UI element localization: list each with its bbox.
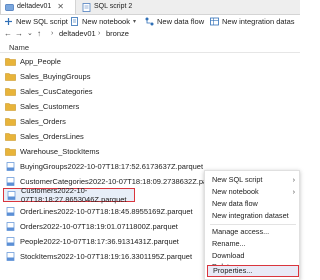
- chevron-down-icon: ▾: [132, 18, 136, 25]
- breadcrumb-item-deltadev01[interactable]: deltadev01: [59, 28, 96, 40]
- folder-icon: [5, 102, 16, 111]
- menu-item-label: Manage access...: [212, 227, 270, 236]
- menu-item-new-data-flow[interactable]: New data flow: [205, 198, 301, 210]
- item-name: Sales_Customers: [20, 101, 80, 111]
- menu-item-label: New notebook: [212, 187, 259, 196]
- close-icon[interactable]: ✕: [57, 0, 64, 14]
- folder-icon: [5, 117, 16, 126]
- menu-item-new-notebook[interactable]: New notebook ›: [205, 186, 301, 198]
- back-arrow-icon[interactable]: ←: [4, 28, 12, 40]
- menu-item-label: Download: [212, 251, 245, 260]
- new-integration-dataset-label: New integration datas: [222, 16, 295, 26]
- notebook-icon: [70, 16, 79, 26]
- context-menu: New SQL script › New notebook › New data…: [204, 170, 300, 280]
- chevron-right-icon: ›: [292, 175, 295, 184]
- file-icon: [5, 236, 16, 246]
- folder-icon: [5, 72, 16, 81]
- breadcrumb-separator-icon: ›: [51, 30, 54, 37]
- tab-label: deltadev01: [17, 3, 52, 10]
- new-sql-script-button[interactable]: New SQL script ▾: [4, 15, 74, 27]
- file-icon: [6, 190, 17, 200]
- menu-item-label: New data flow: [212, 199, 258, 208]
- list-item[interactable]: Sales_BuyingGroups: [0, 69, 300, 83]
- menu-item-label: Properties...: [213, 266, 253, 275]
- item-name: Orders2022-10-07T18:19:01.0711800Z.parqu…: [20, 221, 178, 231]
- item-name: Warehouse_StockItems: [20, 146, 100, 156]
- menu-separator: [210, 224, 296, 225]
- new-sql-script-label: New SQL script: [16, 16, 68, 26]
- sql-script-icon: [82, 2, 91, 12]
- breadcrumb-separator-icon: ›: [98, 30, 101, 37]
- tab-deltadev01[interactable]: deltadev01 ✕: [0, 0, 76, 14]
- data-flow-icon: [145, 17, 154, 26]
- menu-item-label: New integration dataset: [212, 211, 289, 220]
- item-name: StockItems2022-10-07T18:19:16.3301195Z.p…: [20, 251, 193, 261]
- new-notebook-label: New notebook: [82, 16, 130, 26]
- menu-item-new-sql-script[interactable]: New SQL script ›: [205, 174, 301, 186]
- item-name: People2022-10-07T18:17:36.9131431Z.parqu…: [20, 236, 179, 246]
- item-name: BuyingGroups2022-10-07T18:17:52.6173637Z…: [20, 161, 204, 171]
- folder-icon: [5, 132, 16, 141]
- forward-arrow-icon[interactable]: →: [15, 28, 23, 40]
- dataset-icon: [210, 17, 219, 26]
- new-notebook-button[interactable]: New notebook ▾: [70, 15, 136, 27]
- header-divider: [0, 52, 300, 53]
- file-icon: [5, 251, 16, 261]
- item-name: Sales_BuyingGroups: [20, 71, 91, 81]
- list-item[interactable]: App_People: [0, 54, 300, 68]
- list-item[interactable]: Sales_Orders: [0, 114, 300, 128]
- folder-icon: [5, 147, 16, 156]
- file-icon: [5, 161, 16, 171]
- storage-icon: [5, 3, 14, 11]
- tab-label: SQL script 2: [94, 3, 133, 10]
- new-data-flow-label: New data flow: [157, 16, 205, 26]
- menu-item-properties[interactable]: Properties...: [207, 265, 299, 277]
- list-item[interactable]: Sales_OrdersLines: [0, 129, 300, 143]
- item-name: Sales_CusCategories: [20, 86, 93, 96]
- folder-icon: [5, 57, 16, 66]
- folder-icon: [5, 87, 16, 96]
- tab-bar: deltadev01 ✕ SQL script 2: [0, 0, 300, 15]
- list-item[interactable]: Sales_Customers: [0, 99, 300, 113]
- menu-item-new-integration-dataset[interactable]: New integration dataset: [205, 210, 301, 222]
- column-header-name[interactable]: Name: [9, 43, 29, 52]
- list-item-selected[interactable]: Customers2022-10-07T18:18:27.8653046Z.pa…: [3, 186, 135, 204]
- file-icon: [5, 206, 16, 216]
- tab-sql-script-2[interactable]: SQL script 2: [78, 0, 160, 14]
- item-name: CustomerCategories2022-10-07T18:18:09.27…: [20, 176, 225, 186]
- menu-item-manage-access[interactable]: Manage access...: [205, 226, 301, 238]
- up-arrow-icon[interactable]: ↑: [37, 28, 41, 40]
- item-name: Sales_OrdersLines: [20, 131, 84, 141]
- new-data-flow-button[interactable]: New data flow: [145, 15, 204, 27]
- chevron-right-icon: ›: [292, 187, 295, 196]
- item-name: App_People: [20, 56, 61, 66]
- chevron-down-icon[interactable]: ⌄: [27, 28, 33, 40]
- list-item[interactable]: Sales_CusCategories: [0, 84, 300, 98]
- menu-item-label: Rename...: [212, 239, 246, 248]
- item-name: Sales_Orders: [20, 116, 66, 126]
- file-icon: [5, 221, 16, 231]
- new-integration-dataset-button[interactable]: New integration datas: [210, 15, 295, 27]
- navigation-bar: ← → ⌄ ↑ › deltadev01 › bronze: [0, 28, 300, 40]
- breadcrumb-item-bronze[interactable]: bronze: [106, 28, 129, 40]
- toolbar: New SQL script ▾ New notebook ▾ New data…: [0, 15, 300, 27]
- list-item[interactable]: Warehouse_StockItems: [0, 144, 300, 158]
- item-name: Customers2022-10-07T18:18:27.8653046Z.pa…: [21, 186, 127, 204]
- menu-item-rename[interactable]: Rename...: [205, 238, 301, 250]
- plus-icon: [4, 17, 13, 26]
- file-icon: [5, 176, 16, 186]
- item-name: OrderLines2022-10-07T18:18:45.8955169Z.p…: [20, 206, 193, 216]
- menu-item-label: New SQL script: [212, 175, 263, 184]
